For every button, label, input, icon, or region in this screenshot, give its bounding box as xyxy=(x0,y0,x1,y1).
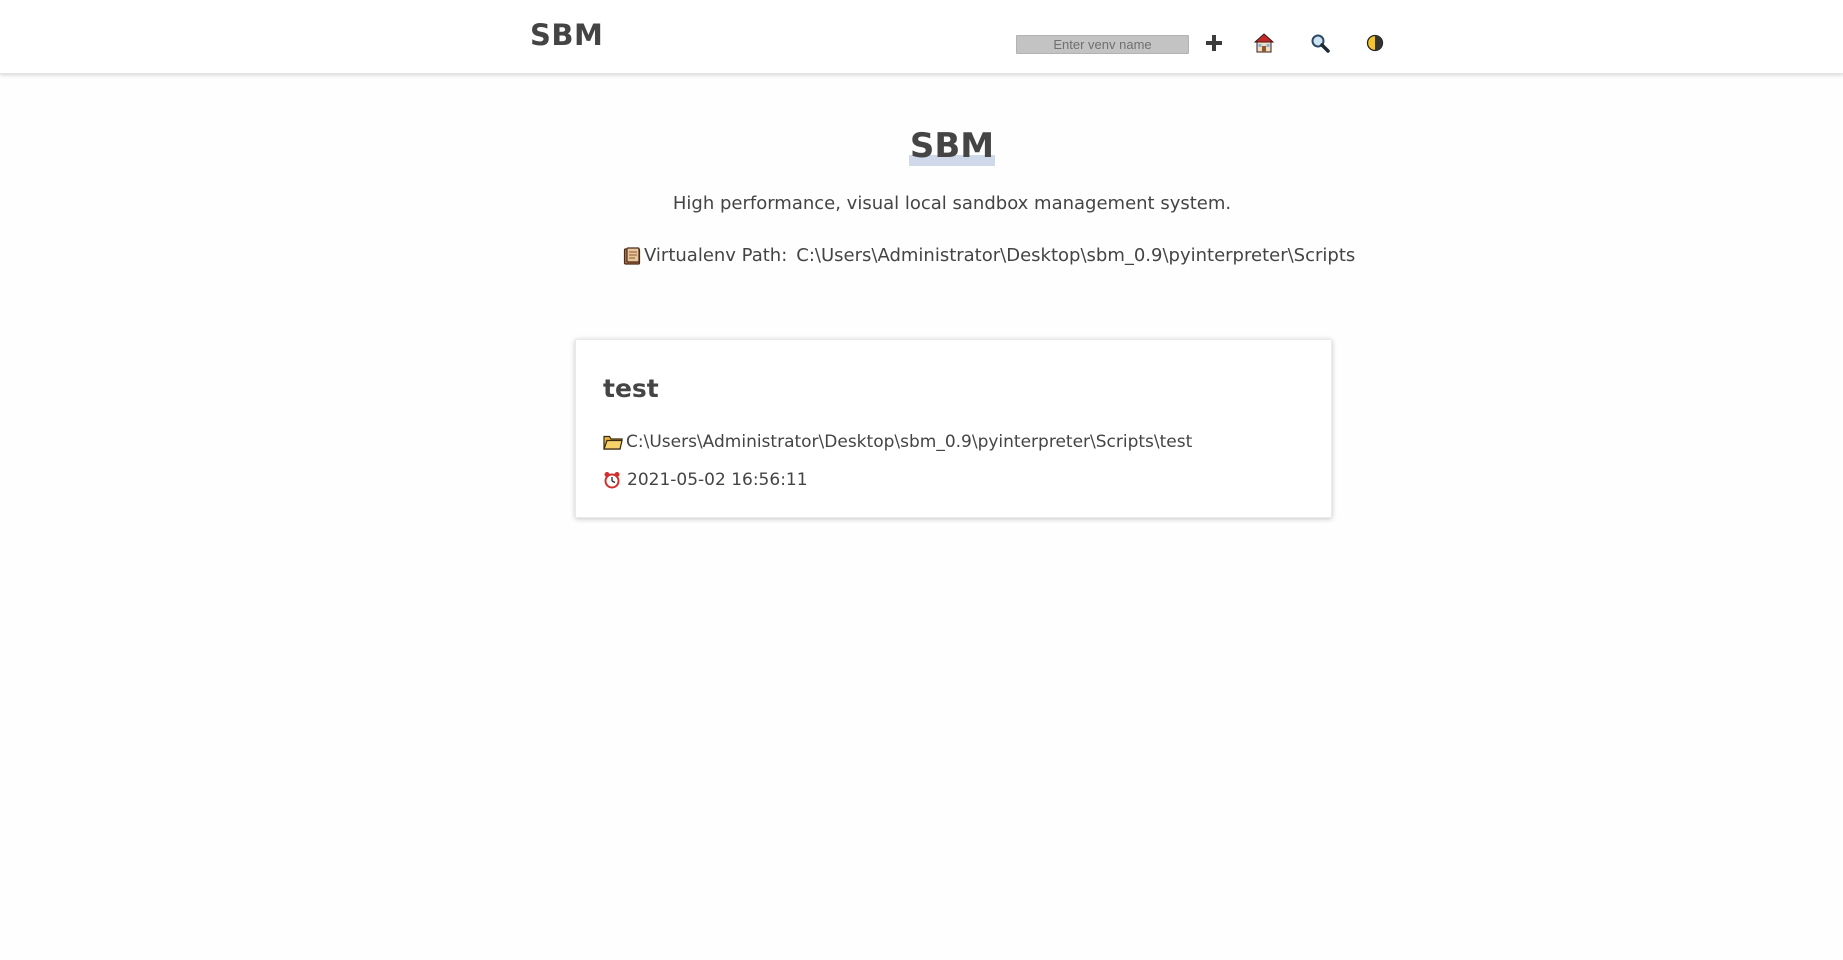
page-title: SBM xyxy=(908,126,996,166)
venv-card[interactable]: test C:\Users\Administrator\Desktop\sbm_… xyxy=(575,339,1332,518)
venv-created-row: 2021-05-02 16:56:11 xyxy=(603,470,808,490)
virtualenv-path-value: C:\Users\Administrator\Desktop\sbm_0.9\p… xyxy=(796,245,1356,266)
notebook-icon xyxy=(622,246,642,266)
home-button[interactable] xyxy=(1252,31,1276,55)
virtualenv-path: Virtualenv Path: C:\Users\Administrator\… xyxy=(622,245,1355,266)
theme-toggle-button[interactable] xyxy=(1363,31,1387,55)
plus-icon xyxy=(1206,35,1222,51)
folder-icon xyxy=(603,433,623,451)
virtualenv-path-label: Virtualenv Path: xyxy=(644,245,788,266)
house-icon xyxy=(1254,33,1274,53)
top-navbar: SBM xyxy=(0,0,1843,74)
magnifier-icon xyxy=(1311,34,1330,53)
search-button[interactable] xyxy=(1308,31,1332,55)
venv-path-row: C:\Users\Administrator\Desktop\sbm_0.9\p… xyxy=(603,432,1192,452)
brand-logo[interactable]: SBM xyxy=(530,18,603,52)
page-subtitle: High performance, visual local sandbox m… xyxy=(672,193,1232,214)
add-venv-button[interactable] xyxy=(1202,31,1226,55)
venv-created-time: 2021-05-02 16:56:11 xyxy=(627,470,808,490)
venv-path: C:\Users\Administrator\Desktop\sbm_0.9\p… xyxy=(626,432,1193,452)
venv-name-input[interactable] xyxy=(1016,35,1189,54)
alarm-clock-icon xyxy=(603,471,621,489)
venv-name[interactable]: test xyxy=(603,374,659,403)
theme-toggle-icon xyxy=(1366,34,1384,52)
